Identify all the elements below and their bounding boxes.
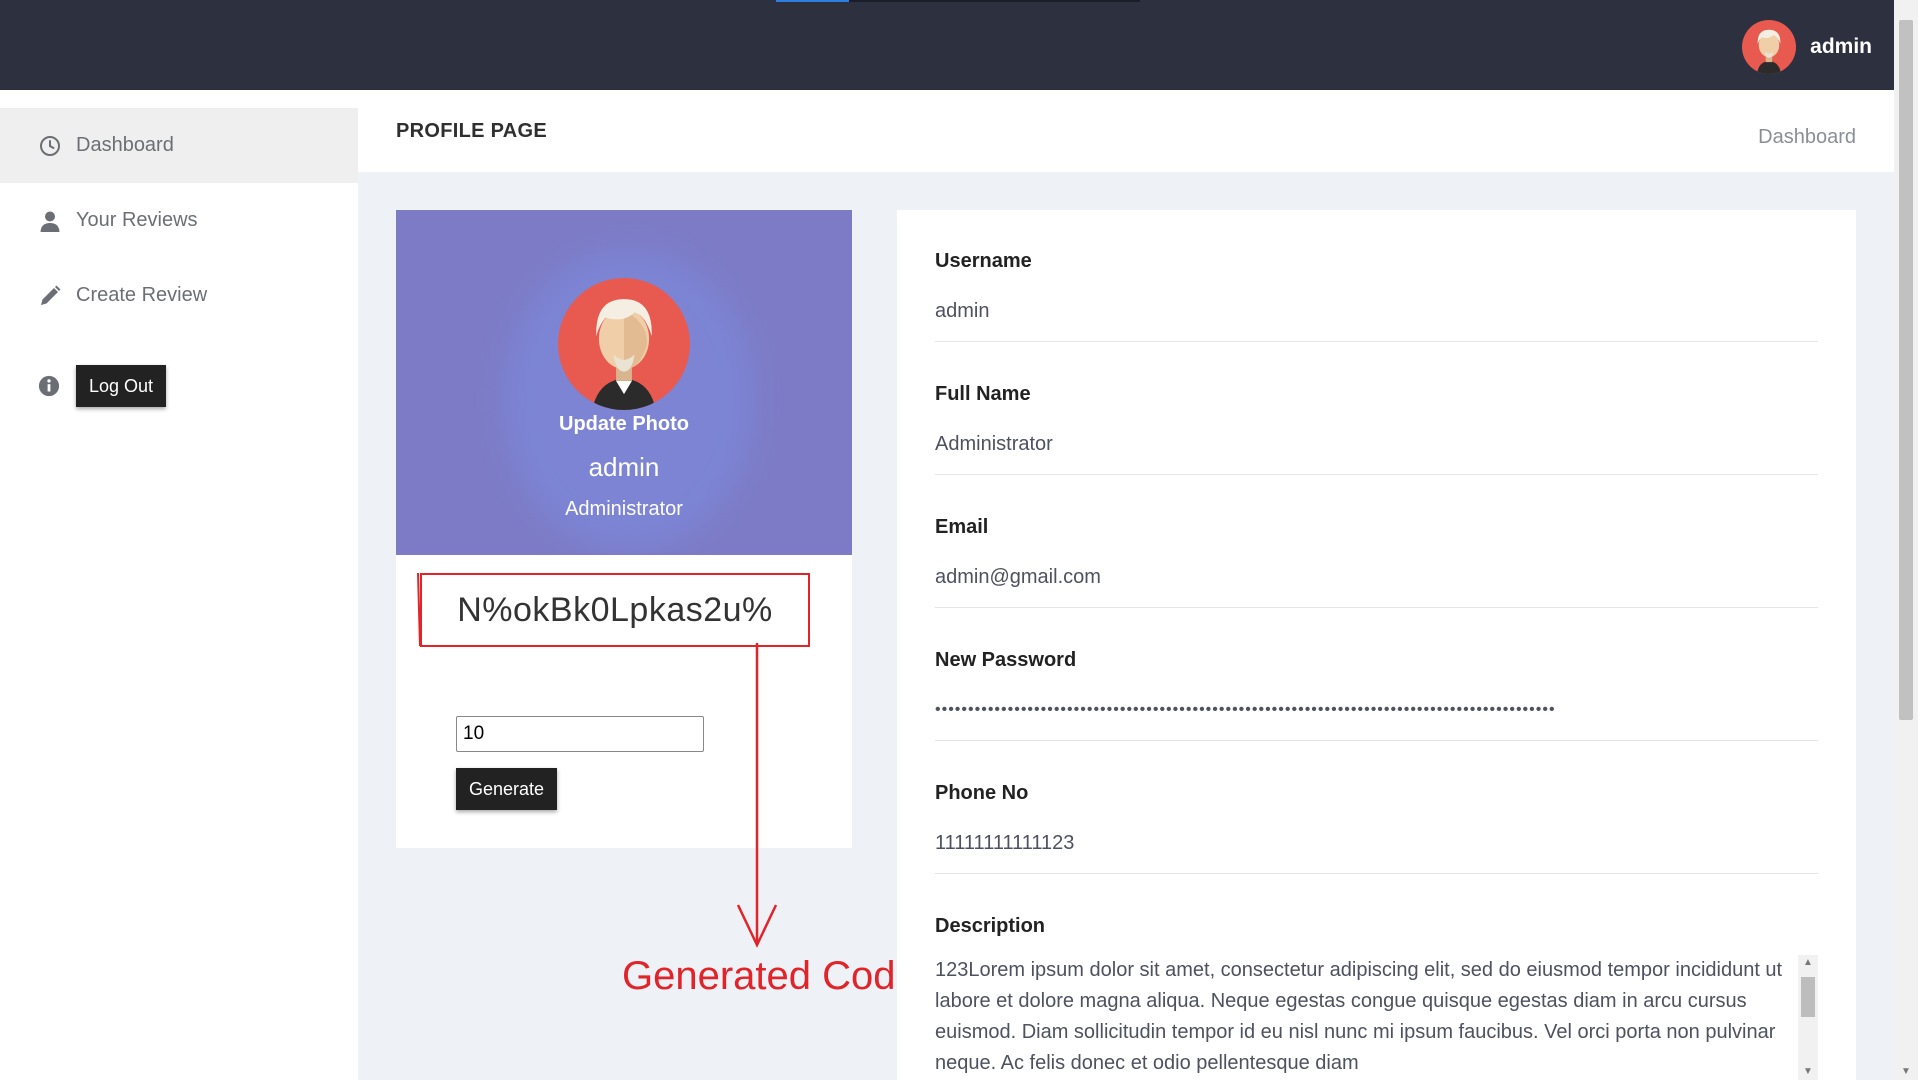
email-value[interactable]: admin@gmail.com xyxy=(935,565,1818,608)
scrollbar-thumb[interactable] xyxy=(1801,977,1815,1017)
avatar[interactable] xyxy=(1742,20,1797,74)
phone-value[interactable]: 11111111111123 xyxy=(935,831,1818,874)
page-scrollbar[interactable]: ▼ xyxy=(1894,0,1918,1080)
field-label: Full Name xyxy=(935,383,1031,405)
sidebar-item-create-review[interactable]: Create Review xyxy=(0,258,358,333)
profile-role: Administrator xyxy=(565,498,683,520)
description-field: Description xyxy=(935,915,1818,938)
clock-icon xyxy=(40,135,60,156)
phone-field: Phone No 11111111111123 xyxy=(935,782,1818,874)
page-title: PROFILE PAGE xyxy=(396,120,548,142)
password-field: New Password •••••••••••••••••••••••••••… xyxy=(935,649,1818,741)
password-value[interactable]: ••••••••••••••••••••••••••••••••••••••••… xyxy=(935,698,1818,741)
description-scrollbar[interactable]: ▲ ▼ xyxy=(1798,955,1818,1080)
scroll-up-icon[interactable]: ▲ xyxy=(1798,955,1818,971)
field-label: Email xyxy=(935,516,989,538)
scrollbar-thumb[interactable] xyxy=(1899,20,1913,720)
profile-hero: Update Photo admin Administrator xyxy=(396,210,852,555)
top-navbar: admin xyxy=(0,0,1894,90)
sidebar-item-label: Your Reviews xyxy=(76,209,198,231)
fullname-value[interactable]: Administrator xyxy=(935,432,1818,475)
description-text: 123Lorem ipsum dolor sit amet, consectet… xyxy=(935,959,1783,1074)
user-avatar-icon xyxy=(1757,29,1782,74)
username-field: Username admin xyxy=(935,250,1818,342)
profile-details-card: Username admin Full Name Administrator E… xyxy=(897,210,1856,1080)
description-textarea[interactable]: 123Lorem ipsum dolor sit amet, consectet… xyxy=(935,955,1818,1080)
sidebar-item-label: Create Review xyxy=(76,284,208,306)
scroll-down-icon[interactable]: ▼ xyxy=(1798,1064,1818,1080)
info-icon xyxy=(38,375,60,397)
username-value[interactable]: admin xyxy=(935,299,1818,342)
loading-progress-fill xyxy=(776,0,849,2)
scroll-down-icon[interactable]: ▼ xyxy=(1894,1064,1918,1080)
breadcrumb[interactable]: Dashboard xyxy=(1758,126,1856,149)
profile-name: admin xyxy=(588,452,660,482)
logout-button[interactable]: Log Out xyxy=(76,365,167,407)
sidebar-item-your-reviews[interactable]: Your Reviews xyxy=(0,183,358,258)
user-icon xyxy=(40,211,60,232)
field-label: Phone No xyxy=(935,782,1029,804)
field-label: Username xyxy=(935,250,1032,272)
user-avatar-icon xyxy=(592,299,656,410)
field-label: New Password xyxy=(935,649,1077,671)
profile-card: Update Photo admin Administrator N%okBk0… xyxy=(396,210,852,848)
generated-code: N%okBk0Lpkas2u% xyxy=(457,590,773,629)
annotation-label: Generated Code xyxy=(622,954,918,998)
sidebar: Dashboard Your Reviews Create Review Log… xyxy=(0,90,358,1080)
update-photo-link[interactable]: Update Photo xyxy=(396,413,852,436)
generated-code-box: N%okBk0Lpkas2u% xyxy=(420,573,810,647)
username-label[interactable]: admin xyxy=(1810,35,1872,59)
page-header: PROFILE PAGE Dashboard xyxy=(358,90,1894,172)
sidebar-item-dashboard[interactable]: Dashboard xyxy=(0,108,358,183)
generate-button[interactable]: Generate xyxy=(456,768,558,810)
profile-avatar[interactable] xyxy=(558,278,690,410)
email-field: Email admin@gmail.com xyxy=(935,516,1818,608)
sidebar-item-label: Dashboard xyxy=(76,134,174,156)
pencil-icon xyxy=(41,285,61,305)
loading-progress-bar xyxy=(776,0,1140,2)
user-menu[interactable]: admin xyxy=(1742,20,1872,74)
field-label: Description xyxy=(935,915,1046,937)
fullname-field: Full Name Administrator xyxy=(935,383,1818,475)
logout-row: Log Out xyxy=(0,365,358,425)
code-length-input[interactable] xyxy=(456,716,704,752)
